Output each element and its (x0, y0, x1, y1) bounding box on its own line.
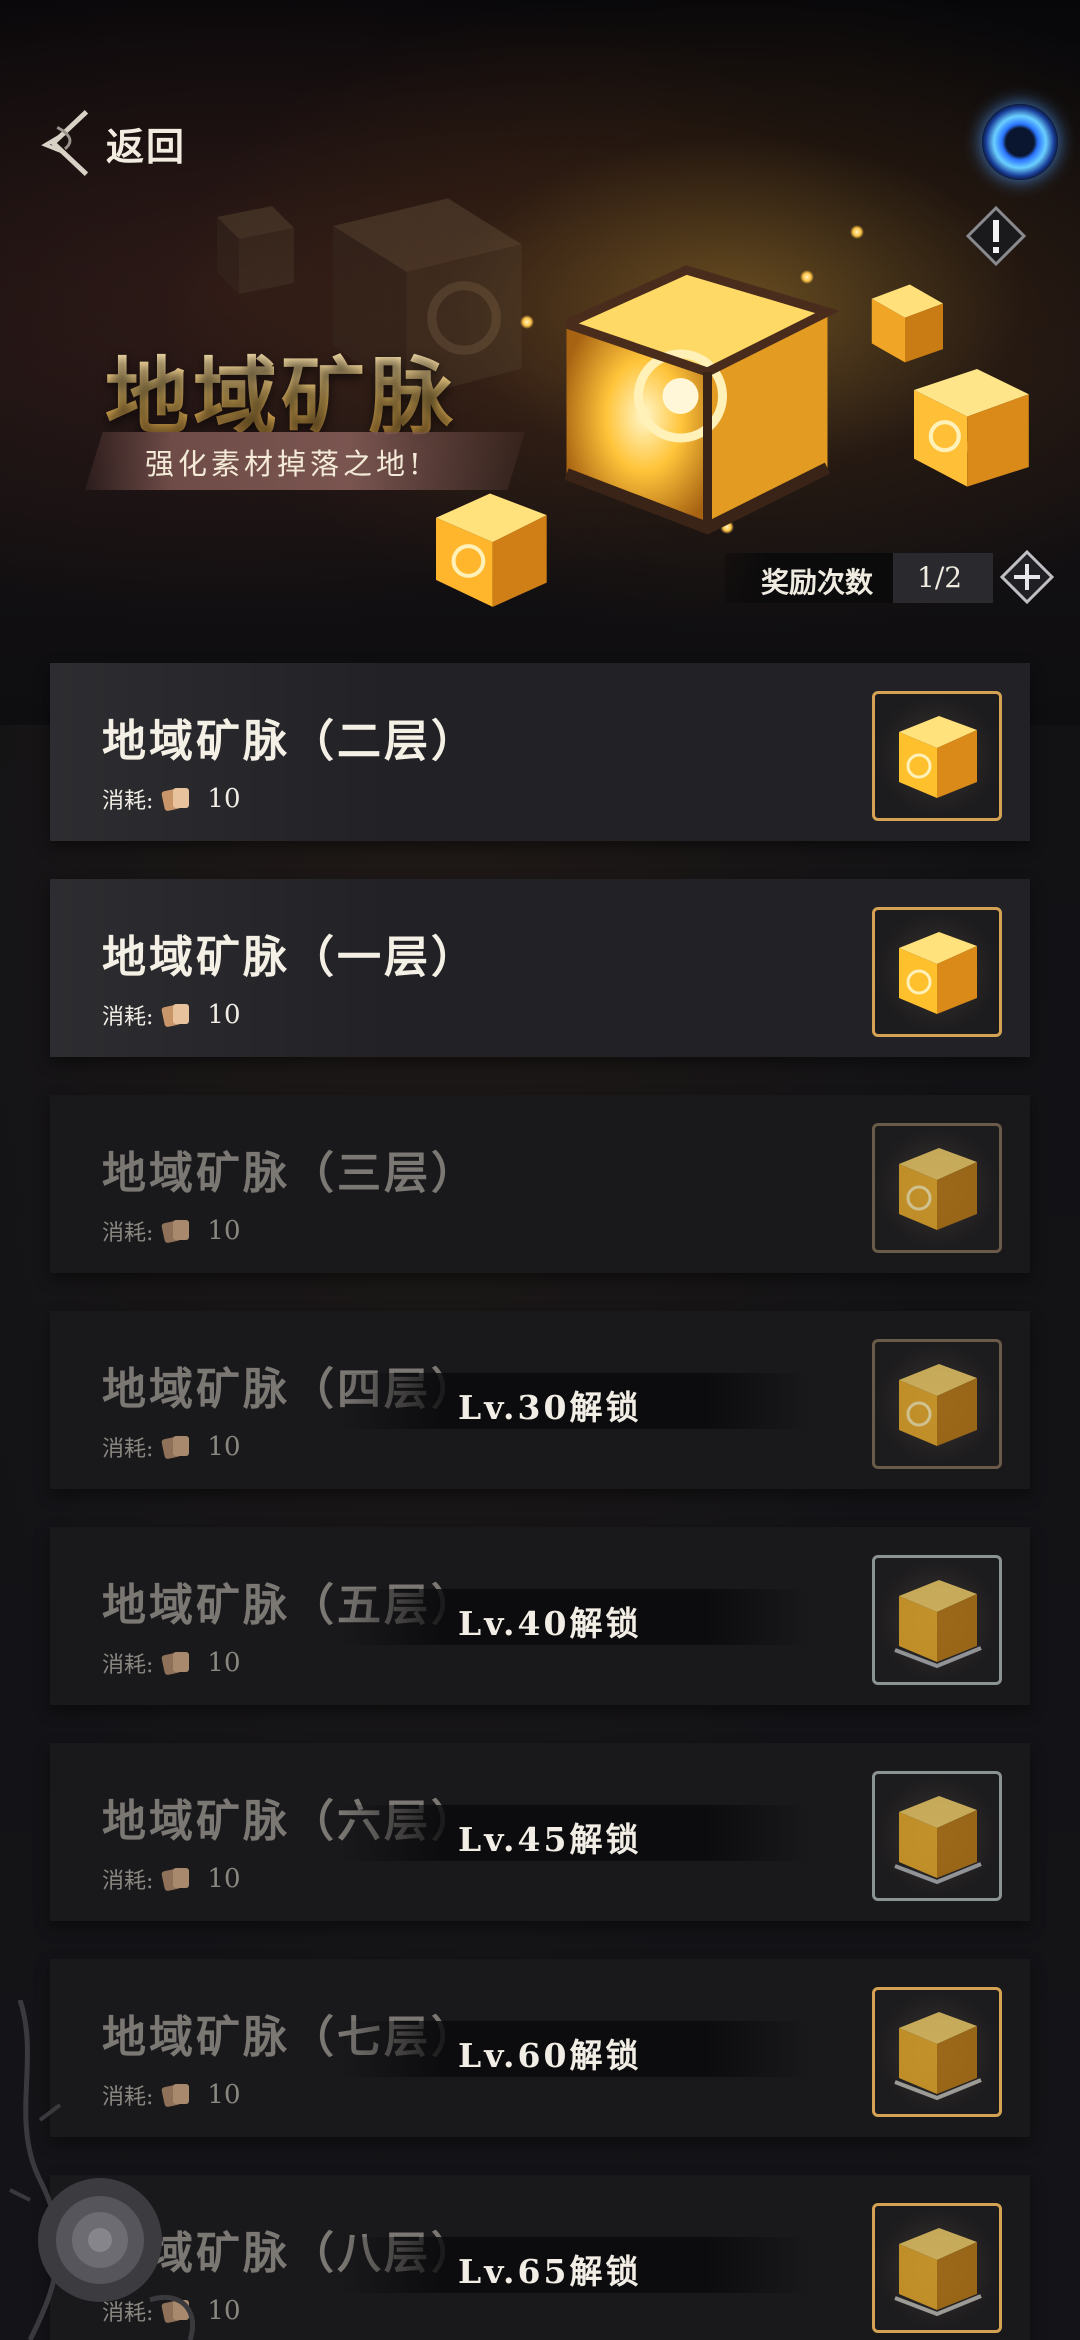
info-icon[interactable] (966, 206, 1026, 266)
reward-item-frame[interactable] (872, 1123, 1002, 1253)
unlock-requirement: Lv.45解锁 (458, 1820, 642, 1859)
back-button[interactable]: 返回 (34, 100, 234, 186)
cost-row: 消耗: 10 (102, 2079, 241, 2111)
dungeon-card[interactable]: 地域矿脉（二层） 消耗: 10 (50, 663, 1030, 841)
cost-row: 消耗: 10 (102, 783, 241, 815)
page-subtitle: 强化素材掉落之地! (145, 447, 425, 481)
unlock-requirement: Lv.40解锁 (458, 1604, 642, 1643)
gold-cube-icon (914, 369, 1029, 487)
reward-item-frame[interactable] (872, 691, 1002, 821)
reward-item-frame[interactable] (872, 1339, 1002, 1469)
unlock-requirement: Lv.65解锁 (458, 2252, 642, 2291)
reward-item-frame[interactable] (872, 1771, 1002, 1901)
sparkle-icon (850, 225, 864, 239)
cost-value: 10 (207, 2296, 241, 2326)
stamina-cards-icon (162, 1868, 190, 1891)
reward-item-frame[interactable] (872, 1555, 1002, 1685)
stamina-cards-icon (162, 1220, 190, 1243)
dungeon-card[interactable]: 地域矿脉（五层） 消耗: 10 Lv.40解锁 (50, 1527, 1030, 1705)
back-label: 返回 (106, 123, 187, 169)
cost-label: 消耗: (102, 1653, 154, 1678)
reward-value: 1/2 (917, 561, 963, 594)
header-banner: 返回 地域矿脉 强化素材掉落之地! 奖励次数 1/2 (0, 0, 1080, 725)
dungeon-card[interactable]: 地域矿脉（八层） 消耗: 10 Lv.65解锁 (50, 2175, 1030, 2340)
cost-row: 消耗: 10 (102, 2295, 241, 2327)
gold-cube-icon (894, 1796, 982, 1885)
cost-value: 10 (207, 784, 241, 814)
unlock-requirement: Lv.60解锁 (458, 2036, 642, 2075)
back-arrow-icon (41, 110, 89, 176)
lock-banner: Lv.45解锁 (340, 1805, 810, 1861)
cost-value: 10 (207, 2080, 241, 2110)
dungeon-name: 地域矿脉（二层） (102, 716, 478, 767)
reward-label-box: 奖励次数 (725, 553, 893, 603)
cost-label: 消耗: (102, 1869, 154, 1894)
gold-cube-icon (899, 932, 977, 1014)
stamina-cards-icon (162, 1652, 190, 1675)
stamina-cards-icon (162, 2300, 190, 2323)
cost-label: 消耗: (102, 789, 154, 814)
cost-row: 消耗: 10 (102, 1863, 241, 1895)
stamina-cards-icon (162, 1004, 190, 1027)
dungeon-name: 地域矿脉（三层） (102, 1148, 478, 1199)
cost-label: 消耗: (102, 1005, 154, 1030)
gold-cube-icon (894, 1580, 982, 1669)
cost-row: 消耗: 10 (102, 1431, 241, 1463)
stamina-cards-icon (162, 788, 190, 811)
dungeon-name: 地域矿脉（一层） (102, 932, 478, 983)
dungeon-card[interactable]: 地域矿脉（四层） 消耗: 10 Lv.30解锁 (50, 1311, 1030, 1489)
unlock-requirement: Lv.30解锁 (458, 1388, 642, 1427)
reward-count-bar: 奖励次数 1/2 (725, 549, 1055, 605)
stamina-cards-icon (162, 2084, 190, 2107)
reward-value-box: 1/2 (893, 553, 993, 603)
gold-cube-icon (899, 716, 977, 798)
cost-label: 消耗: (102, 2085, 154, 2110)
lock-banner: Lv.60解锁 (340, 2021, 810, 2077)
portal-icon[interactable] (982, 104, 1058, 180)
background-cube-icon (217, 206, 294, 294)
gold-cube-icon (899, 1148, 977, 1230)
cost-value: 10 (207, 1864, 241, 1894)
cost-label: 消耗: (102, 2301, 154, 2326)
gold-cube-icon (894, 2228, 982, 2317)
plus-icon[interactable] (999, 549, 1055, 605)
page-root: 返回 地域矿脉 强化素材掉落之地! 奖励次数 1/2 地域矿脉（二层） 消耗: … (0, 0, 1080, 2340)
dungeon-card[interactable]: 地域矿脉（三层） 消耗: 10 (50, 1095, 1030, 1273)
dungeon-card[interactable]: 地域矿脉（一层） 消耗: 10 (50, 879, 1030, 1057)
cost-row: 消耗: 10 (102, 999, 241, 1031)
lock-banner: Lv.65解锁 (340, 2237, 810, 2293)
cost-value: 10 (207, 1648, 241, 1678)
reward-item-frame[interactable] (872, 907, 1002, 1037)
reward-item-frame[interactable] (872, 1987, 1002, 2117)
gold-cube-icon (436, 493, 547, 607)
reward-item-frame[interactable] (872, 2203, 1002, 2333)
cost-value: 10 (207, 1216, 241, 1246)
cost-row: 消耗: 10 (102, 1215, 241, 1247)
gold-cube-icon (899, 1364, 977, 1446)
cost-label: 消耗: (102, 1437, 154, 1462)
sparkle-icon (520, 315, 534, 329)
cost-row: 消耗: 10 (102, 1647, 241, 1679)
gold-chest-icon (564, 265, 840, 535)
gold-cube-icon (894, 2012, 982, 2101)
cost-value: 10 (207, 1432, 241, 1462)
lock-banner: Lv.40解锁 (340, 1589, 810, 1645)
dungeon-card[interactable]: 地域矿脉（六层） 消耗: 10 Lv.45解锁 (50, 1743, 1030, 1921)
cost-label: 消耗: (102, 1221, 154, 1246)
lock-banner: Lv.30解锁 (340, 1373, 810, 1429)
cost-value: 10 (207, 1000, 241, 1030)
reward-label: 奖励次数 (761, 566, 874, 599)
stamina-cards-icon (162, 1436, 190, 1459)
dungeon-card[interactable]: 地域矿脉（七层） 消耗: 10 Lv.60解锁 (50, 1959, 1030, 2137)
